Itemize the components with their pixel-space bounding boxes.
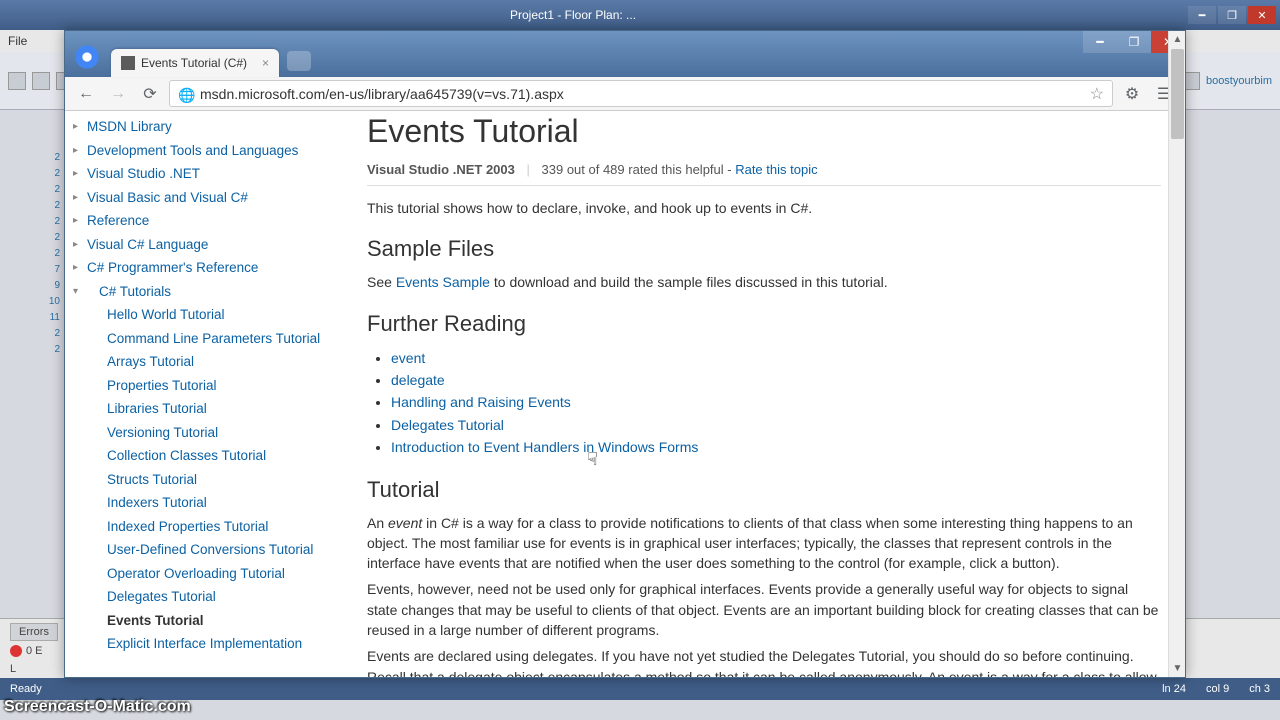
tutorial-p2: Events, however, need not be used only f… <box>367 579 1161 640</box>
nav-item[interactable]: Development Tools and Languages <box>73 139 343 163</box>
nav-item[interactable]: Visual Basic and Visual C# <box>73 186 343 210</box>
further-link[interactable]: Handling and Raising Events <box>391 394 571 410</box>
nav-item-tutorials[interactable]: C# Tutorials <box>73 280 343 304</box>
nav-subitem[interactable]: Versioning Tutorial <box>103 421 343 445</box>
further-link[interactable]: delegate <box>391 372 445 388</box>
tab-close-icon[interactable]: × <box>262 56 269 70</box>
toolbar-icon[interactable] <box>8 72 26 90</box>
nav-subitem[interactable]: Properties Tutorial <box>103 374 343 398</box>
vs-titlebar: Project1 - Floor Plan: ... ━ ❐ ✕ <box>0 0 1280 30</box>
page-meta: Visual Studio .NET 2003 | 339 out of 489… <box>367 162 1161 186</box>
vs-menu-file[interactable]: File <box>8 34 27 48</box>
vs-minimize-button[interactable]: ━ <box>1188 6 1216 24</box>
content-scrollbar[interactable]: ▲ ▼ <box>1168 111 1185 677</box>
article-main: Events Tutorial Visual Studio .NET 2003 … <box>343 111 1185 677</box>
nav-subitem[interactable]: Explicit Interface Implementation <box>103 632 343 656</box>
further-link[interactable]: Introduction to Event Handlers in Window… <box>391 439 698 455</box>
heading-sample-files: Sample Files <box>367 236 1161 262</box>
vs-signin[interactable]: boostyourbim <box>1206 75 1272 87</box>
nav-item[interactable]: MSDN Library <box>73 115 343 139</box>
forward-button[interactable]: → <box>105 81 131 107</box>
page-content: MSDN Library Development Tools and Langu… <box>65 111 1185 677</box>
nav-subitem[interactable]: Libraries Tutorial <box>103 397 343 421</box>
tutorial-p3: Events are declared using delegates. If … <box>367 646 1161 677</box>
further-reading-list: event delegate Handling and Raising Even… <box>391 347 1161 459</box>
nav-subitem[interactable]: User-Defined Conversions Tutorial <box>103 538 343 562</box>
tutorial-p1: An event in C# is a way for a class to p… <box>367 513 1161 574</box>
nav-item[interactable]: Reference <box>73 209 343 233</box>
tab-title: Events Tutorial (C#) <box>141 56 247 70</box>
url-text: msdn.microsoft.com/en-us/library/aa64573… <box>200 86 564 102</box>
vs-title: Project1 - Floor Plan: ... <box>510 8 636 22</box>
status-col: col 9 <box>1206 683 1229 695</box>
chrome-minimize-button[interactable]: ━ <box>1083 31 1117 53</box>
bookmark-star-icon[interactable]: ☆ <box>1090 84 1104 104</box>
extension-icon[interactable]: ⚙ <box>1119 81 1145 107</box>
chrome-titlebar: Events Tutorial (C#) × ━ ❐ ✕ <box>65 31 1185 77</box>
status-ln: ln 24 <box>1162 683 1186 695</box>
vs-line-gutter: 2 2 2 2 2 2 2 7 9 10 11 2 2 <box>40 150 60 358</box>
watermark: Screencast-O-Matic.com <box>4 698 191 716</box>
nav-subitem-current[interactable]: Events Tutorial <box>103 609 343 633</box>
nav-subitem[interactable]: Arrays Tutorial <box>103 350 343 374</box>
nav-item[interactable]: Visual C# Language <box>73 233 343 257</box>
status-ch: ch 3 <box>1249 683 1270 695</box>
nav-subitem[interactable]: Command Line Parameters Tutorial <box>103 327 343 351</box>
address-bar[interactable]: 🌐 msdn.microsoft.com/en-us/library/aa645… <box>169 80 1113 107</box>
nav-subitem[interactable]: Collection Classes Tutorial <box>103 444 343 468</box>
sample-paragraph: See Events Sample to download and build … <box>367 272 1161 292</box>
nav-item[interactable]: Visual Studio .NET <box>73 162 343 186</box>
chrome-maximize-button[interactable]: ❐ <box>1117 31 1151 53</box>
scroll-down-icon[interactable]: ▼ <box>1169 660 1185 677</box>
further-link[interactable]: Delegates Tutorial <box>391 417 504 433</box>
nav-subitem[interactable]: Structs Tutorial <box>103 468 343 492</box>
heading-tutorial: Tutorial <box>367 477 1161 503</box>
nav-subitem[interactable]: Indexers Tutorial <box>103 491 343 515</box>
nav-subitem[interactable]: Hello World Tutorial <box>103 303 343 327</box>
vs-close-button[interactable]: ✕ <box>1248 6 1276 24</box>
product-name: Visual Studio .NET 2003 <box>367 162 515 177</box>
vs-statusbar: Ready ln 24 col 9 ch 3 <box>0 678 1280 700</box>
reload-button[interactable]: ⟳ <box>137 81 163 107</box>
nav-item[interactable]: C# Programmer's Reference <box>73 256 343 280</box>
nav-subitem[interactable]: Operator Overloading Tutorial <box>103 562 343 586</box>
chrome-tabstrip: Events Tutorial (C#) × <box>111 45 311 77</box>
vs-maximize-button[interactable]: ❐ <box>1218 6 1246 24</box>
events-sample-link[interactable]: Events Sample <box>396 274 490 290</box>
chrome-window: Events Tutorial (C#) × ━ ❐ ✕ ← → ⟳ 🌐 msd… <box>64 30 1186 678</box>
intro-paragraph: This tutorial shows how to declare, invo… <box>367 198 1161 218</box>
nav-subitem[interactable]: Delegates Tutorial <box>103 585 343 609</box>
nav-tutorials-sublist: Hello World Tutorial Command Line Parame… <box>73 303 343 656</box>
toolbar-icon[interactable] <box>32 72 50 90</box>
further-link[interactable]: event <box>391 350 425 366</box>
heading-further-reading: Further Reading <box>367 311 1161 337</box>
globe-icon: 🌐 <box>178 87 192 101</box>
new-tab-button[interactable] <box>287 51 311 71</box>
page-title: Events Tutorial <box>367 113 1161 150</box>
nav-subitem[interactable]: Indexed Properties Tutorial <box>103 515 343 539</box>
error-icon <box>10 645 22 657</box>
chrome-app-icon <box>73 43 101 71</box>
msdn-nav-tree[interactable]: MSDN Library Development Tools and Langu… <box>65 111 343 677</box>
browser-tab[interactable]: Events Tutorial (C#) × <box>111 49 279 77</box>
chrome-toolbar: ← → ⟳ 🌐 msdn.microsoft.com/en-us/library… <box>65 77 1185 111</box>
status-ready: Ready <box>10 683 42 695</box>
rate-topic-link[interactable]: Rate this topic <box>735 162 817 177</box>
scroll-thumb[interactable] <box>1171 111 1184 139</box>
msdn-favicon-icon <box>121 56 135 70</box>
errors-tab[interactable]: Errors <box>10 623 58 641</box>
back-button[interactable]: ← <box>73 81 99 107</box>
rating-text: 339 out of 489 rated this helpful - <box>542 162 736 177</box>
